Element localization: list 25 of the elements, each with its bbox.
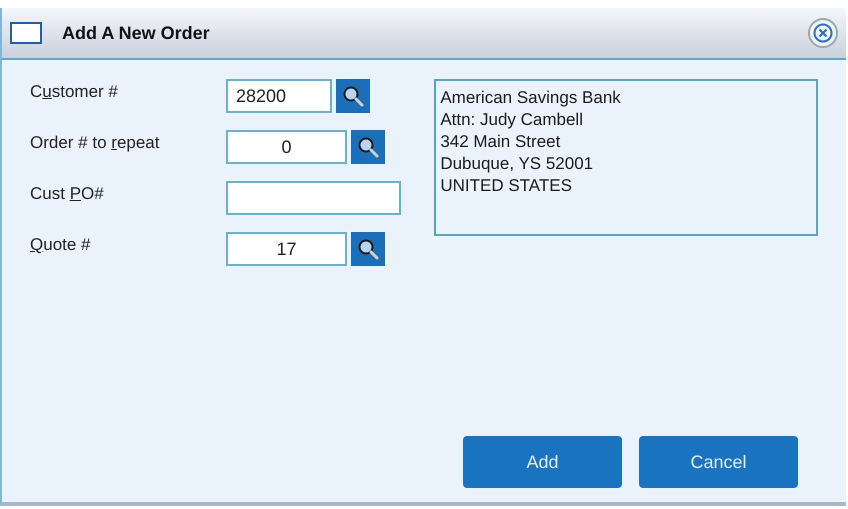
input-field[interactable]: [226, 181, 401, 215]
address-line: UNITED STATES: [440, 175, 573, 197]
field-label: Quote #: [30, 234, 92, 256]
address-line: Attn: Judy Cambell: [440, 109, 584, 131]
input-field[interactable]: 28200: [226, 79, 332, 113]
search-icon: [357, 136, 379, 158]
input-field[interactable]: 17: [226, 232, 347, 266]
window-icon: [10, 22, 42, 44]
dialog-button[interactable]: Add: [463, 436, 622, 488]
input-field[interactable]: 0: [226, 130, 347, 164]
field-label: Customer #: [30, 81, 119, 103]
lookup-button[interactable]: [336, 79, 370, 113]
address-line: Dubuque, YS 52001: [440, 153, 594, 175]
address-line: 342 Main Street: [440, 131, 562, 153]
window-title: Add A New Order: [62, 22, 210, 44]
dialog-button[interactable]: Cancel: [639, 436, 798, 488]
lookup-button[interactable]: [351, 232, 385, 266]
search-icon: [342, 85, 364, 107]
lookup-button[interactable]: [351, 130, 385, 164]
close-button[interactable]: [808, 18, 838, 48]
close-icon: [813, 23, 833, 43]
search-icon: [357, 238, 379, 260]
address-line: American Savings Bank: [440, 87, 622, 109]
field-label: Order # to repeat: [30, 132, 160, 154]
field-label: Cust PO#: [30, 183, 105, 205]
